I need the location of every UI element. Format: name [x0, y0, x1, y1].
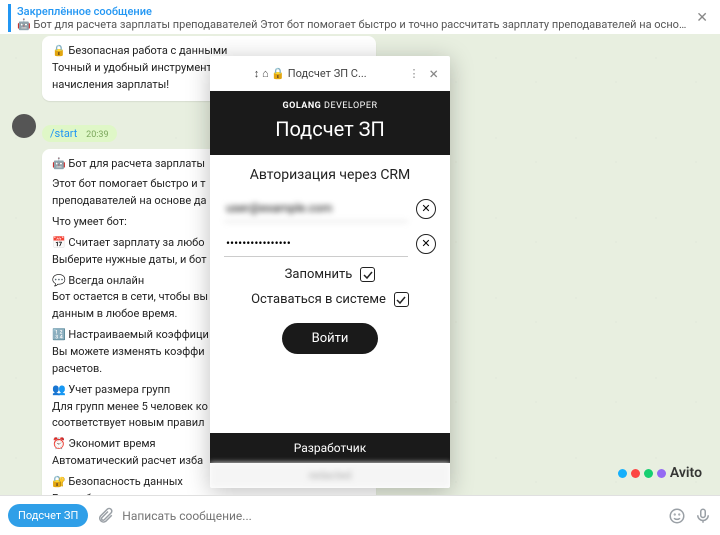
stay-logged-checkbox[interactable]: Оставаться в системе	[224, 292, 436, 307]
pinned-title: Закреплённое сообщение	[17, 5, 692, 18]
dot-icon	[631, 469, 640, 478]
command-link[interactable]: /start	[50, 127, 77, 140]
form-title: Авторизация через CRM	[224, 167, 436, 183]
sent-message: /start 20:39	[42, 125, 117, 142]
checkbox-icon	[394, 292, 409, 307]
webapp-header: ↕ ⌂ 🔒 Подсчет ЗП С... ⋮ ×	[210, 56, 450, 91]
message-time: 20:39	[86, 130, 108, 140]
dot-icon	[644, 469, 653, 478]
watermark-text: Avito	[670, 465, 702, 481]
remember-label: Запомнить	[285, 267, 353, 282]
password-field-row: ✕	[224, 230, 436, 257]
password-input[interactable]	[224, 230, 408, 257]
remember-checkbox[interactable]: Запомнить	[224, 267, 436, 282]
avito-watermark: Avito	[618, 465, 702, 481]
checkbox-icon	[360, 267, 375, 282]
emoji-icon[interactable]	[668, 507, 686, 525]
close-icon[interactable]: ×	[425, 64, 442, 83]
pinned-body: Закреплённое сообщение 🤖 Бот для расчета…	[17, 5, 692, 31]
pinned-indicator	[8, 4, 11, 32]
mic-icon[interactable]	[694, 507, 712, 525]
menu-icon[interactable]: ⋮	[402, 67, 425, 80]
login-button[interactable]: Войти	[282, 323, 379, 354]
pinned-text: 🤖 Бот для расчета зарплаты преподавателе…	[17, 18, 692, 31]
login-field-row: ✕	[224, 195, 436, 222]
footer-blurred: redacted	[210, 463, 450, 488]
attach-icon[interactable]	[96, 507, 114, 525]
brand-label: GOLANG DEVELOPER	[214, 101, 446, 111]
close-icon[interactable]: ✕	[692, 10, 712, 26]
dot-icon	[618, 469, 627, 478]
clear-icon[interactable]: ✕	[416, 199, 436, 219]
message-input-bar: Подсчет ЗП	[0, 495, 720, 535]
banner-title: Подсчет ЗП	[214, 117, 446, 141]
message-input[interactable]	[122, 509, 660, 523]
login-input[interactable]	[224, 195, 408, 222]
webapp-title: ↕ ⌂ 🔒 Подсчет ЗП С...	[218, 67, 402, 80]
clear-icon[interactable]: ✕	[416, 234, 436, 254]
pinned-message[interactable]: Закреплённое сообщение 🤖 Бот для расчета…	[0, 0, 720, 37]
stay-label: Оставаться в системе	[251, 292, 386, 307]
auth-form: Авторизация через CRM ✕ ✕ Запомнить Оста…	[210, 155, 450, 433]
developer-link[interactable]: Разработчик	[210, 433, 450, 463]
avatar[interactable]	[12, 114, 36, 138]
bot-menu-button[interactable]: Подсчет ЗП	[8, 504, 88, 527]
dot-icon	[657, 469, 666, 478]
webapp-banner: GOLANG DEVELOPER Подсчет ЗП	[210, 91, 450, 155]
webapp-panel: ↕ ⌂ 🔒 Подсчет ЗП С... ⋮ × GOLANG DEVELOP…	[210, 56, 450, 488]
